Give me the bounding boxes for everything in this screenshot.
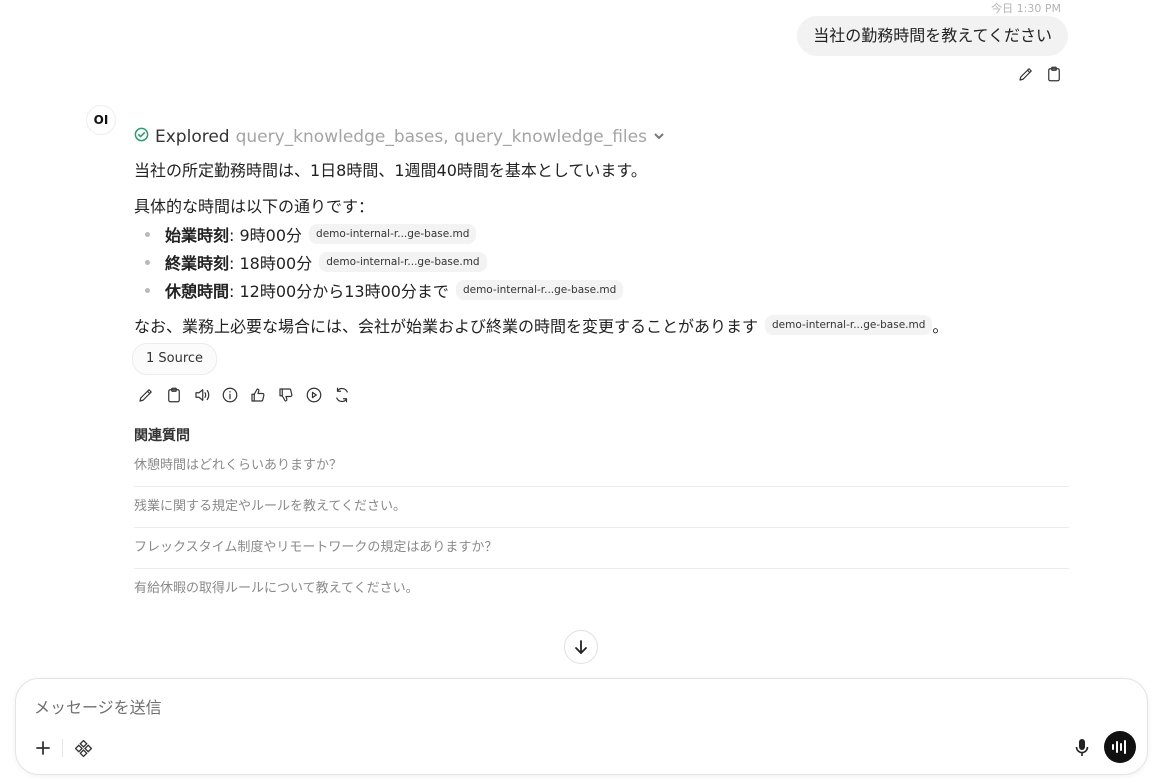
- bullet-value: : 12時00分から13時00分まで: [229, 282, 449, 301]
- answer-paragraph: 当社の所定勤務時間は、1日8時間、1週間40時間を基本としています。: [134, 161, 647, 180]
- check-circle-icon: [134, 127, 149, 147]
- composer-divider: [62, 739, 63, 757]
- bullet-dot: [145, 287, 150, 293]
- list-item: 終業時刻 : 18時00分 demo-internal-r...ge-base.…: [145, 248, 623, 276]
- answer-paragraph-end: 。: [932, 317, 949, 336]
- regenerate-icon[interactable]: [333, 385, 351, 405]
- voice-mode-icon[interactable]: [1104, 731, 1136, 763]
- explored-label: Explored: [155, 127, 230, 147]
- tools-icon[interactable]: [72, 737, 94, 759]
- answer-paragraph-text: なお、業務上必要な場合には、会社が始業および終業の時間を変更することがあります: [134, 317, 759, 336]
- message-timestamp: 今日 1:30 PM: [991, 2, 1061, 15]
- user-message-actions: [1017, 64, 1063, 84]
- bullet-value: : 9時00分: [229, 226, 303, 245]
- bullet-dot: [145, 231, 150, 237]
- explored-tools-toggle[interactable]: Explored query_knowledge_bases, query_kn…: [134, 127, 665, 147]
- related-question[interactable]: 残業に関する規定やルールを教えてください。: [134, 487, 1069, 528]
- citation-chip[interactable]: demo-internal-r...ge-base.md: [765, 315, 933, 335]
- citation-chip[interactable]: demo-internal-r...ge-base.md: [455, 280, 624, 300]
- plus-icon[interactable]: [32, 737, 54, 759]
- answer-bullet-list: 始業時刻 : 9時00分 demo-internal-r...ge-base.m…: [145, 220, 624, 304]
- arrow-down-icon: [575, 640, 587, 654]
- speaker-icon[interactable]: [193, 385, 211, 405]
- related-question[interactable]: 休憩時間はどれくらいありますか？: [134, 446, 1069, 487]
- play-icon[interactable]: [305, 385, 323, 405]
- response-actions: [137, 385, 351, 405]
- answer-paragraph: 具体的な時間は以下の通りです：: [134, 197, 375, 216]
- related-question[interactable]: フレックスタイム制度やリモートワークの規定はありますか？: [134, 528, 1069, 569]
- answer-paragraph: なお、業務上必要な場合には、会社が始業および終業の時間を変更することがあります …: [134, 313, 948, 337]
- bullet-value: : 18時00分: [229, 254, 313, 273]
- thumbs-up-icon[interactable]: [249, 385, 267, 405]
- clipboard-icon[interactable]: [165, 385, 183, 405]
- scroll-to-bottom-button[interactable]: [564, 630, 598, 664]
- chevron-down-icon: [653, 127, 665, 147]
- explored-tools-list: query_knowledge_bases, query_knowledge_f…: [235, 127, 647, 147]
- sources-button[interactable]: 1 Source: [132, 343, 218, 375]
- thumbs-down-icon[interactable]: [277, 385, 295, 405]
- list-item: 休憩時間 : 12時00分から13時00分まで demo-internal-r.…: [145, 276, 624, 304]
- bullet-term: 終業時刻: [165, 254, 230, 273]
- edit-icon[interactable]: [1017, 64, 1035, 84]
- citation-chip[interactable]: demo-internal-r...ge-base.md: [319, 252, 487, 272]
- citation-chip[interactable]: demo-internal-r...ge-base.md: [309, 224, 477, 244]
- message-input[interactable]: [34, 693, 1034, 721]
- message-composer: [15, 678, 1148, 775]
- clipboard-icon[interactable]: [1045, 64, 1063, 84]
- edit-icon[interactable]: [137, 385, 155, 405]
- related-question[interactable]: 有給休暇の取得ルールについて教えてください。: [134, 569, 1069, 609]
- bullet-dot: [145, 259, 150, 265]
- list-item: 始業時刻 : 9時00分 demo-internal-r...ge-base.m…: [145, 220, 623, 248]
- microphone-icon[interactable]: [1072, 737, 1092, 759]
- assistant-avatar: OI: [87, 106, 115, 134]
- bullet-term: 始業時刻: [165, 226, 230, 245]
- related-questions-title: 関連質問: [134, 428, 190, 444]
- user-message-bubble: 当社の勤務時間を教えてください: [797, 16, 1068, 56]
- bullet-term: 休憩時間: [165, 282, 230, 301]
- info-icon[interactable]: [221, 385, 239, 405]
